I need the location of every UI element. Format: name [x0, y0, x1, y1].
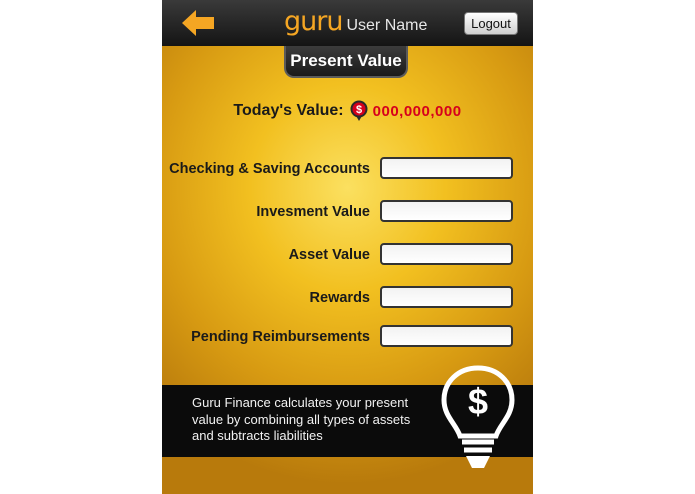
todays-value-label: Today's Value: — [233, 102, 344, 119]
info-text: Guru Finance calculates your present val… — [192, 395, 411, 443]
field-row-pending-reimbursements: Pending Reimbursements — [162, 325, 533, 349]
rewards-label: Rewards — [309, 290, 370, 306]
todays-value-amount: 000,000,000 — [372, 102, 462, 120]
investment-value-label: Invesment Value — [256, 204, 370, 220]
field-row-rewards: Rewards — [162, 286, 533, 310]
rewards-input[interactable] — [380, 286, 513, 308]
page-title: Present Value — [284, 46, 408, 78]
top-bar: guru User Name Logout — [162, 0, 533, 46]
pending-reimbursements-input[interactable] — [380, 325, 513, 347]
svg-text:$: $ — [468, 381, 488, 422]
guru-logo: guru — [284, 6, 343, 37]
lightbulb-dollar-icon: $ — [441, 365, 515, 468]
svg-text:$: $ — [356, 104, 362, 116]
checking-saving-label: Checking & Saving Accounts — [169, 161, 370, 177]
field-row-asset: Asset Value — [162, 243, 533, 267]
investment-value-input[interactable] — [380, 200, 513, 222]
dollar-coin-icon: $ — [350, 100, 368, 121]
logout-button[interactable]: Logout — [464, 12, 518, 35]
back-arrow-icon[interactable] — [180, 9, 216, 37]
brand: guru User Name — [284, 6, 427, 40]
username: User Name — [346, 17, 428, 34]
asset-value-label: Asset Value — [288, 247, 370, 263]
checking-saving-input[interactable] — [380, 157, 513, 179]
field-row-checking-saving: Checking & Saving Accounts — [162, 157, 533, 181]
pending-reimbursements-label: Pending Reimbursements — [191, 329, 370, 345]
asset-value-input[interactable] — [380, 243, 513, 265]
field-row-investment: Invesment Value — [162, 200, 533, 224]
app-screen: guru User Name Logout Present Value Toda… — [162, 0, 533, 494]
todays-value-row: Today's Value: $ 000,000,000 — [162, 98, 533, 124]
